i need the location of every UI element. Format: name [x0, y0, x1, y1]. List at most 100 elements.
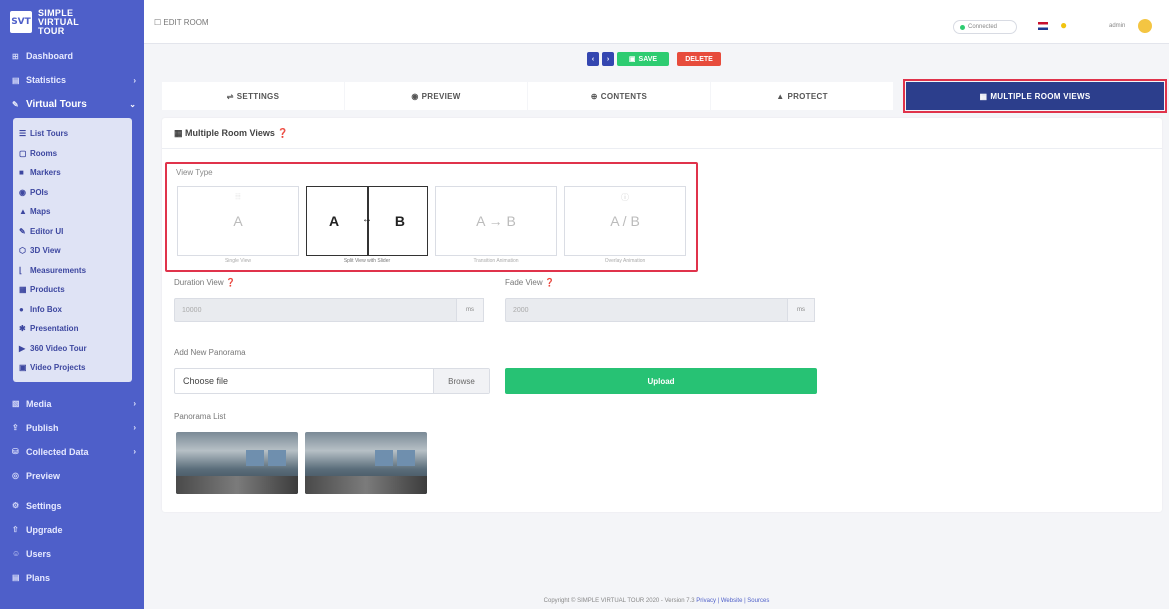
sidebar-item-plans[interactable]: ▤ Plans — [0, 566, 144, 590]
submenu-item-maps[interactable]: ▲ Maps — [13, 202, 132, 222]
submenu-item-rooms[interactable]: ▢ Rooms — [13, 144, 132, 164]
upgrade-icon: ⇧ — [12, 525, 19, 534]
fade-input[interactable]: 2000 — [505, 298, 791, 322]
duration-unit: ms — [456, 298, 484, 322]
duration-label-text: Duration View — [174, 278, 224, 287]
submenu-item-products[interactable]: ▦ Products — [13, 280, 132, 300]
media-icon: ▧ — [12, 399, 20, 408]
eye-icon: ◎ — [12, 471, 19, 480]
view-type-option-split[interactable]: A ↔ B — [306, 186, 428, 256]
footer-links[interactable]: Privacy | Website | Sources — [696, 598, 769, 604]
tab-settings[interactable]: ⇌ SETTINGS — [162, 82, 344, 110]
submenu-item-measurements[interactable]: ⌊ Measurements — [13, 261, 132, 281]
window-shape — [246, 450, 264, 466]
tab-multiple-room-views[interactable]: ▦ MULTIPLE ROOM VIEWS — [903, 79, 1167, 113]
option-text-a: A — [329, 213, 340, 229]
option-text-b: B — [394, 213, 405, 229]
avatar[interactable] — [1138, 19, 1152, 33]
sliders-icon: ⇌ — [226, 91, 234, 101]
user-name[interactable]: admin — [1109, 23, 1125, 29]
submenu-item-video-projects[interactable]: ▣ Video Projects — [13, 358, 132, 378]
tab-protect[interactable]: ▲ PROTECT — [711, 82, 893, 110]
sidebar: SVT SIMPLE VIRTUAL TOUR ⊞ Dashboard ▤ St… — [0, 0, 144, 609]
editor-icon: ✎ — [19, 226, 26, 236]
presentation-icon: ✱ — [19, 324, 26, 334]
next-room-button[interactable]: › — [602, 52, 614, 66]
sidebar-item-users[interactable]: ☺ Users — [0, 542, 144, 566]
submenu-item-markers[interactable]: ■ Markers — [13, 163, 132, 183]
arrows-icon: ↔ — [362, 214, 372, 225]
sidebar-item-label: Virtual Tours — [26, 98, 87, 110]
status-dot-icon — [960, 24, 965, 30]
upload-button[interactable]: Upload — [505, 368, 817, 394]
sidebar-item-label: Statistics — [26, 75, 67, 85]
sidebar-item-media[interactable]: ▧ Media › — [0, 392, 144, 416]
view-type-option-single[interactable]: ⦙⦙⦙ A — [177, 186, 299, 256]
save-icon: ▣ — [628, 56, 636, 63]
save-button[interactable]: ▣ SAVE — [617, 52, 669, 66]
language-flag-icon[interactable] — [1038, 22, 1048, 30]
submenu-label: List Tours — [30, 129, 69, 139]
topbar: ☐ EDIT ROOM Connected ● admin — [144, 0, 1169, 44]
help-icon[interactable]: ❓ — [545, 278, 555, 287]
help-icon[interactable]: ❓ — [277, 128, 288, 138]
view-type-option-transition[interactable]: A → B — [435, 186, 557, 256]
submenu-label: 360 Video Tour — [30, 343, 87, 353]
delete-button[interactable]: DELETE — [677, 52, 721, 66]
sidebar-item-dashboard[interactable]: ⊞ Dashboard — [0, 44, 144, 68]
submenu-item-editor-ui[interactable]: ✎ Editor UI — [13, 222, 132, 242]
grid-icon: ▦ — [979, 91, 988, 101]
list-icon: ☰ — [19, 129, 27, 139]
tours-icon: ✎ — [12, 99, 19, 109]
file-input[interactable]: Choose file Browse — [174, 368, 490, 394]
duration-input[interactable]: 10000 — [174, 298, 460, 322]
sidebar-item-virtual-tours[interactable]: ✎ Virtual Tours ⌄ — [0, 92, 144, 116]
submenu-label: 3D View — [30, 246, 61, 256]
submenu-item-info-box[interactable]: ● Info Box — [13, 300, 132, 320]
film-icon: ▣ — [19, 363, 27, 373]
add-panorama-label: Add New Panorama — [174, 348, 246, 357]
sidebar-item-label: Publish — [26, 422, 59, 433]
submenu-label: Maps — [30, 207, 51, 217]
dashboard-icon: ⊞ — [12, 51, 19, 61]
sidebar-item-upgrade[interactable]: ⇧ Upgrade — [0, 518, 144, 542]
view-type-option-overlay[interactable]: ⓘ A / B — [564, 186, 686, 256]
help-icon[interactable]: ❓ — [226, 278, 236, 287]
gear-icon: ⚙ — [12, 501, 20, 510]
sidebar-item-publish[interactable]: ⇪ Publish › — [0, 416, 144, 440]
room-icon: ▢ — [19, 148, 27, 158]
chart-icon: ▤ — [12, 75, 20, 85]
prev-room-button[interactable]: ‹ — [587, 52, 599, 66]
sidebar-item-preview[interactable]: ◎ Preview — [0, 464, 144, 488]
tab-preview[interactable]: ◉ PREVIEW — [345, 82, 527, 110]
window-shape — [397, 450, 415, 466]
brand[interactable]: SVT SIMPLE VIRTUAL TOUR — [0, 0, 144, 44]
sidebar-item-label: Plans — [26, 572, 51, 583]
tab-label: PROTECT — [787, 91, 828, 101]
submenu-item-pois[interactable]: ◉ POIs — [13, 183, 132, 203]
option-caption: Single View — [224, 258, 252, 264]
brand-logo: SVT — [10, 11, 32, 33]
floor-shape — [176, 476, 298, 494]
submenu-label: Measurements — [30, 265, 87, 275]
submenu-item-360-video-tour[interactable]: ▶ 360 Video Tour — [13, 339, 132, 359]
submenu-item-3d-view[interactable]: ⬡ 3D View — [13, 241, 132, 261]
sidebar-item-collected-data[interactable]: ⛁ Collected Data › — [0, 440, 144, 464]
sidebar-item-label: Users — [26, 548, 52, 559]
panorama-thumbnail[interactable] — [176, 432, 298, 494]
panorama-thumbnail[interactable] — [305, 432, 427, 494]
room-actions: ‹ › ▣ SAVE DELETE — [587, 52, 721, 66]
browse-button[interactable]: Browse — [433, 369, 489, 393]
submenu-item-list-tours[interactable]: ☰ List Tours — [13, 124, 132, 144]
notification-icon[interactable]: ● — [1060, 18, 1067, 32]
fade-label-text: Fade View — [505, 278, 543, 287]
option-caption: Split View with Slider — [343, 258, 391, 264]
chevron-right-icon: › — [133, 423, 136, 432]
option-caption: Overlay Animation — [604, 258, 646, 264]
tab-contents[interactable]: ⊕ CONTENTS — [528, 82, 710, 110]
option-text: A / B — [610, 213, 640, 229]
submenu-item-presentation[interactable]: ✱ Presentation — [13, 319, 132, 339]
sidebar-item-label: Dashboard — [26, 51, 74, 61]
sidebar-item-settings[interactable]: ⚙ Settings — [0, 494, 144, 518]
sidebar-item-statistics[interactable]: ▤ Statistics › — [0, 68, 144, 92]
